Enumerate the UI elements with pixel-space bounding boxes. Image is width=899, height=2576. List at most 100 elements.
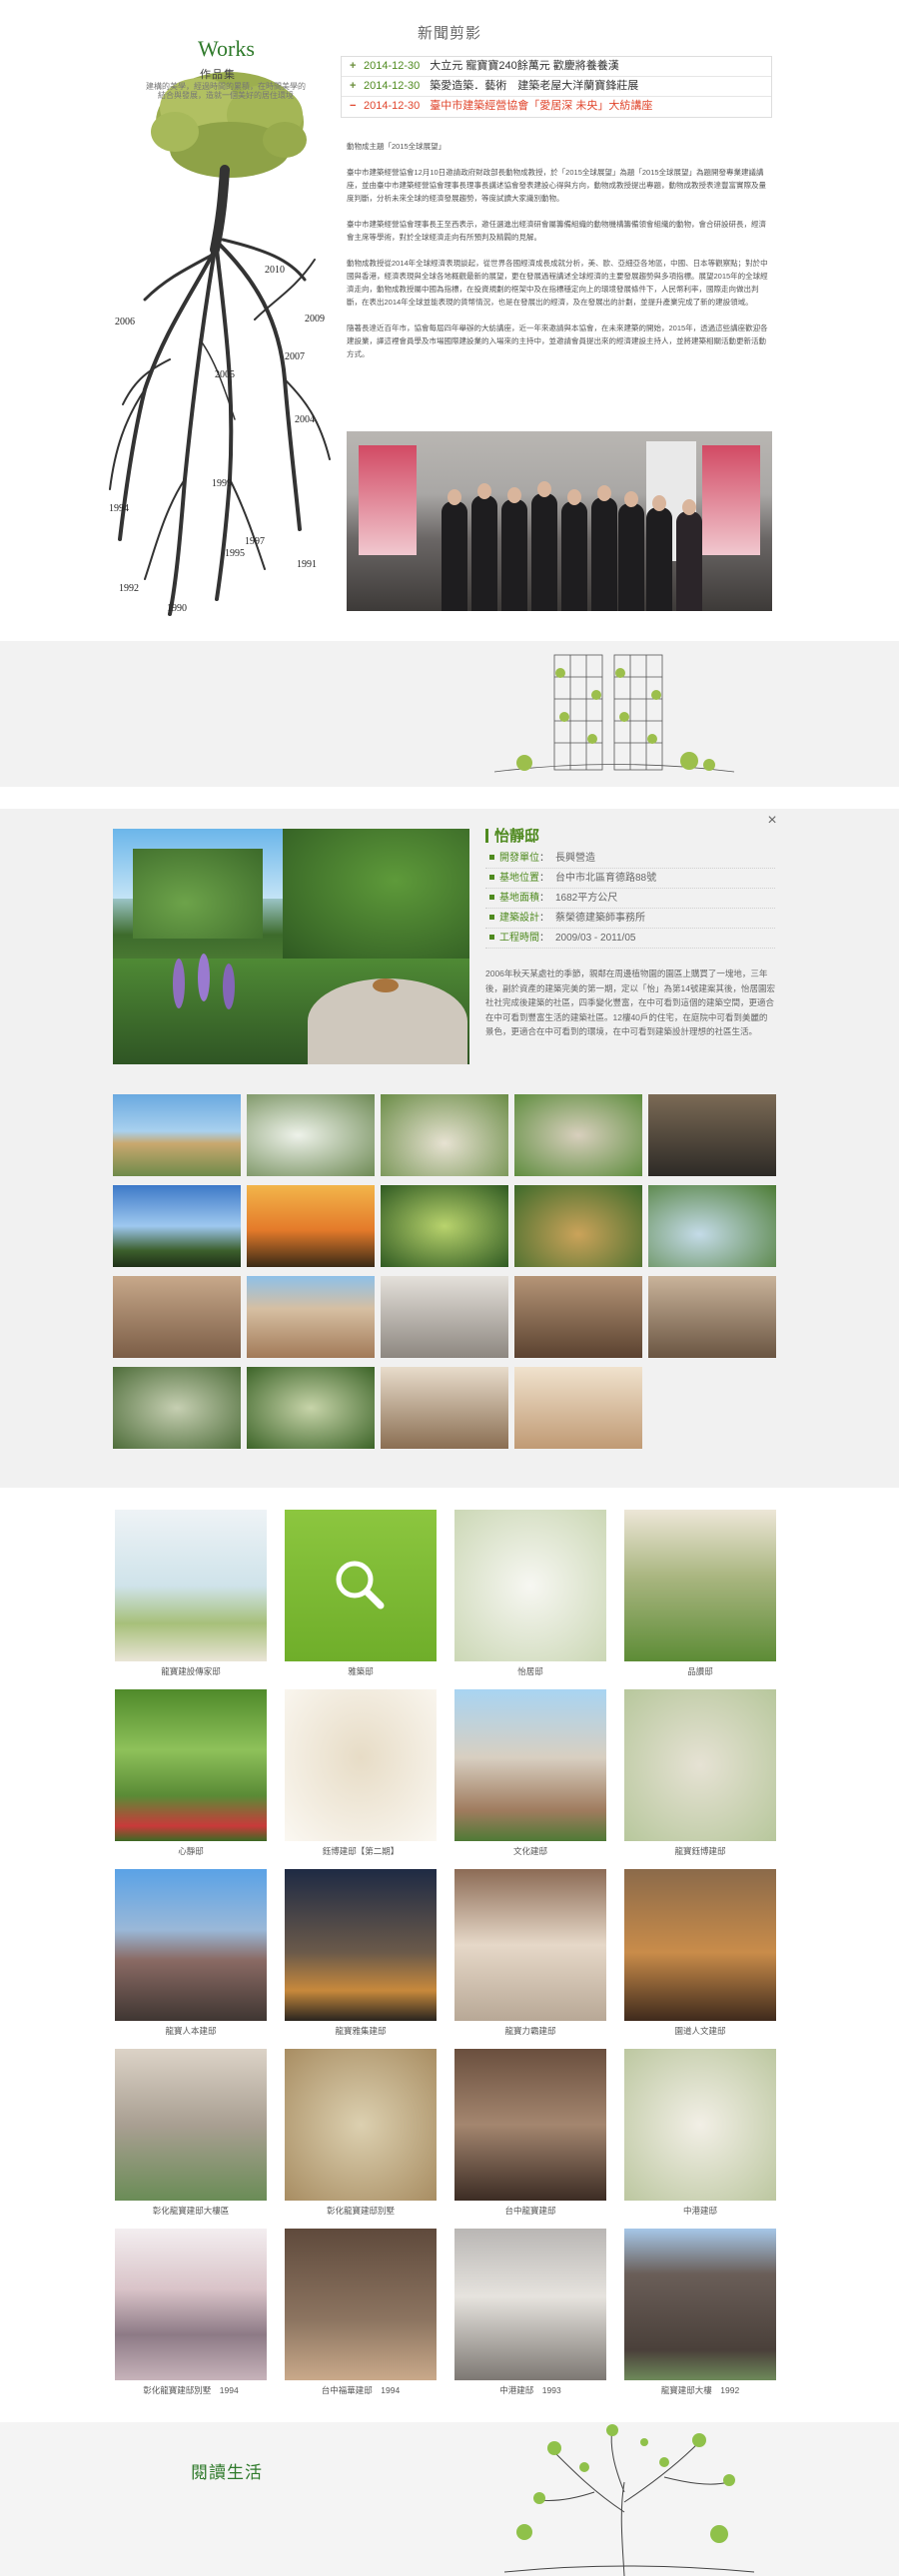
- project-thumbnail[interactable]: [381, 1367, 508, 1449]
- gallery-caption[interactable]: 龍寶鈺博建邸: [624, 1845, 776, 1857]
- project-thumbnail[interactable]: [648, 1185, 776, 1267]
- project-thumbnail[interactable]: [113, 1367, 241, 1449]
- gallery-thumbnail[interactable]: [285, 1689, 437, 1841]
- gallery-caption[interactable]: 彰化龍寶建邸大樓區: [115, 2205, 267, 2217]
- project-thumbnail[interactable]: [247, 1367, 375, 1449]
- search-icon[interactable]: [285, 1510, 437, 1661]
- gallery-thumbnail[interactable]: [454, 1510, 606, 1661]
- gallery-item[interactable]: 鈺博建邸【第二期】: [285, 1689, 437, 1859]
- project-thumbnail[interactable]: [381, 1185, 508, 1267]
- tree-year-label: 1991: [297, 559, 317, 570]
- gallery-caption[interactable]: 文化建邸: [454, 1845, 606, 1857]
- gallery-item[interactable]: 心靜邸: [115, 1689, 267, 1859]
- works-logo[interactable]: Works: [198, 36, 255, 62]
- news-item[interactable]: +2014-12-30 築愛造築．藝術 建築老屋大洋蘭寶鋒莊展: [342, 77, 771, 97]
- gallery-thumbnail[interactable]: [454, 1689, 606, 1841]
- gallery-thumbnail[interactable]: [624, 2229, 776, 2380]
- gallery-caption[interactable]: 心靜邸: [115, 1845, 267, 1857]
- gallery-item[interactable]: 中港建邸: [624, 2049, 776, 2219]
- project-thumbnail[interactable]: [381, 1276, 508, 1358]
- gallery-item[interactable]: 龍寶鈺博建邸: [624, 1689, 776, 1859]
- gallery-item[interactable]: 龍寶建邸大樓 1992: [624, 2229, 776, 2398]
- gallery-item[interactable]: 園道人文建邸: [624, 1869, 776, 2039]
- gallery-caption[interactable]: 鈺博建邸【第二期】: [285, 1845, 437, 1857]
- event-banner-left: [359, 445, 417, 555]
- gallery-thumbnail[interactable]: [115, 1689, 267, 1841]
- gallery-item[interactable]: 彰化龍寶建邸別墅: [285, 2049, 437, 2219]
- project-thumbnail[interactable]: [381, 1094, 508, 1176]
- gallery-caption[interactable]: 龍寶人本建邸: [115, 2025, 267, 2037]
- project-thumbnail[interactable]: [113, 1094, 241, 1176]
- gallery-caption[interactable]: 中港建邸: [624, 2205, 776, 2217]
- gallery-caption[interactable]: 台中福華建邸 1994: [285, 2384, 437, 2396]
- gallery-thumbnail[interactable]: [115, 2049, 267, 2201]
- tree-year-label: 2007: [285, 351, 305, 362]
- gallery-caption[interactable]: 中港建邸 1993: [454, 2384, 606, 2396]
- gallery-thumbnail[interactable]: [624, 2049, 776, 2201]
- gallery-item[interactable]: 龍寶人本建邸: [115, 1869, 267, 2039]
- project-thumbnail[interactable]: [514, 1276, 642, 1358]
- gallery-thumbnail[interactable]: [624, 1510, 776, 1661]
- project-thumbnail[interactable]: [247, 1094, 375, 1176]
- gallery-item[interactable]: 台中龍寶建邸: [454, 2049, 606, 2219]
- gallery-item[interactable]: 龍寶建設傳家邸: [115, 1510, 267, 1679]
- gallery-item[interactable]: 龍寶雅集建邸: [285, 1869, 437, 2039]
- reading-title[interactable]: 閱讀生活: [191, 2458, 263, 2483]
- gallery-thumbnail[interactable]: [454, 1869, 606, 2021]
- gallery-thumbnail[interactable]: [115, 1510, 267, 1661]
- project-thumbnail[interactable]: [514, 1185, 642, 1267]
- tree-year-label: 2009: [305, 314, 325, 324]
- gallery-item[interactable]: 彰化龍寶建邸別墅 1994: [115, 2229, 267, 2398]
- gallery-caption[interactable]: 品讚邸: [624, 1665, 776, 1677]
- gallery-caption[interactable]: 怡居邸: [454, 1665, 606, 1677]
- project-thumbnail[interactable]: [247, 1276, 375, 1358]
- gallery-thumbnail[interactable]: [624, 1869, 776, 2021]
- gallery-thumbnail[interactable]: [285, 1510, 437, 1661]
- gallery-item[interactable]: 龍寶力霸建邸: [454, 1869, 606, 2039]
- collapse-icon[interactable]: −: [350, 97, 364, 116]
- tree-year-label: 1992: [119, 583, 139, 594]
- news-headline[interactable]: 築愛造築．藝術 建築老屋大洋蘭寶鋒莊展: [430, 80, 638, 92]
- gallery-caption[interactable]: 園道人文建邸: [624, 2025, 776, 2037]
- spec-row: 建築設計： 蔡榮德建築師事務所: [485, 909, 775, 929]
- project-thumbnail[interactable]: [648, 1276, 776, 1358]
- gallery-item[interactable]: 文化建邸: [454, 1689, 606, 1859]
- gallery-thumbnail[interactable]: [454, 2049, 606, 2201]
- gallery-caption[interactable]: 彰化龍寶建邸別墅 1994: [115, 2384, 267, 2396]
- gallery-item[interactable]: 中港建邸 1993: [454, 2229, 606, 2398]
- gallery-thumbnail[interactable]: [115, 1869, 267, 2021]
- gallery-thumbnail[interactable]: [624, 1689, 776, 1841]
- project-thumbnail[interactable]: [514, 1094, 642, 1176]
- gallery-thumbnail[interactable]: [285, 1869, 437, 2021]
- news-headline[interactable]: 大立元 寵寶寶240餘萬元 歡慶將養養漢: [430, 60, 618, 72]
- project-thumbnail[interactable]: [648, 1094, 776, 1176]
- project-thumbnail[interactable]: [113, 1276, 241, 1358]
- works-slogan: 建構的美學，經過時間的累積，在時間美學的結合與發展，造就一個美好的居住環境: [146, 82, 306, 100]
- project-thumbnail[interactable]: [247, 1185, 375, 1267]
- gallery-thumbnail[interactable]: [454, 2229, 606, 2380]
- news-item[interactable]: −2014-12-30 臺中市建築經營協會「愛居深 未央」大紡講座: [342, 97, 771, 117]
- gallery-item[interactable]: 品讚邸: [624, 1510, 776, 1679]
- gallery-item[interactable]: 怡居邸: [454, 1510, 606, 1679]
- expand-icon[interactable]: +: [350, 77, 364, 96]
- gallery-caption[interactable]: 龍寶力霸建邸: [454, 2025, 606, 2037]
- gallery-caption[interactable]: 台中龍寶建邸: [454, 2205, 606, 2217]
- gallery-caption[interactable]: 龍寶建邸大樓 1992: [624, 2384, 776, 2396]
- gallery-caption[interactable]: 雅築邸: [285, 1665, 437, 1677]
- gallery-item[interactable]: 雅築邸: [285, 1510, 437, 1679]
- news-item[interactable]: +2014-12-30 大立元 寵寶寶240餘萬元 歡慶將養養漢: [342, 57, 771, 77]
- gallery-caption[interactable]: 龍寶雅集建邸: [285, 2025, 437, 2037]
- expand-icon[interactable]: +: [350, 57, 364, 76]
- gallery-caption[interactable]: 彰化龍寶建邸別墅: [285, 2205, 437, 2217]
- gallery-item[interactable]: 台中福華建邸 1994: [285, 2229, 437, 2398]
- news-headline[interactable]: 臺中市建築經營協會「愛居深 未央」大紡講座: [430, 100, 652, 112]
- close-button[interactable]: ×: [765, 813, 779, 829]
- gallery-item[interactable]: 彰化龍寶建邸大樓區: [115, 2049, 267, 2219]
- project-thumbnail[interactable]: [113, 1185, 241, 1267]
- gallery-thumbnail[interactable]: [285, 2229, 437, 2380]
- gallery-thumbnail[interactable]: [115, 2229, 267, 2380]
- tree-year-label: 1990: [167, 603, 187, 614]
- project-thumbnail[interactable]: [514, 1367, 642, 1449]
- gallery-caption[interactable]: 龍寶建設傳家邸: [115, 1665, 267, 1677]
- gallery-thumbnail[interactable]: [285, 2049, 437, 2201]
